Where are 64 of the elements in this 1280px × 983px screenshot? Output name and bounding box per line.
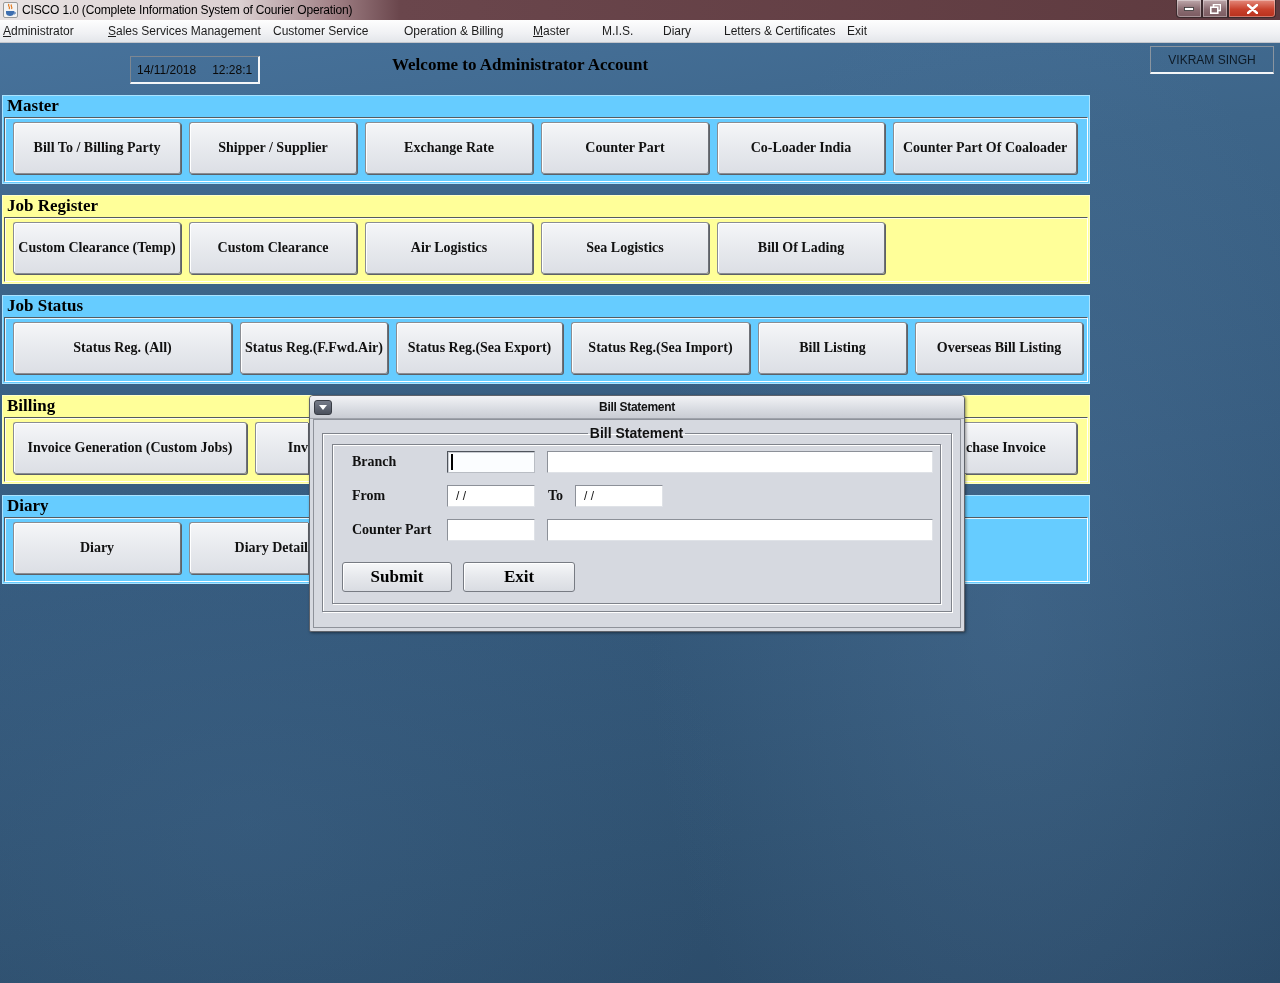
time-text: 12:28:1 bbox=[212, 62, 253, 77]
menu-item[interactable]: M.I.S. bbox=[602, 24, 634, 38]
section-title: Diary bbox=[7, 496, 49, 517]
exit-button[interactable]: Exit bbox=[463, 562, 575, 592]
module-button[interactable]: Shipper / Supplier bbox=[189, 122, 357, 174]
field-label: To bbox=[548, 488, 564, 504]
section-title: Master bbox=[7, 96, 59, 117]
date-field[interactable]: / / bbox=[447, 485, 535, 507]
module-button[interactable]: Diary bbox=[13, 522, 181, 574]
module-button[interactable]: Custom Clearance (Temp) bbox=[13, 222, 181, 274]
submit-button[interactable]: Submit bbox=[342, 562, 452, 592]
module-button[interactable]: chase Invoice bbox=[965, 422, 1077, 474]
menu-item[interactable]: Sales Services Management bbox=[108, 24, 261, 38]
window-title: CISCO 1.0 (Complete Information System of Courier Operation) bbox=[22, 2, 353, 19]
menu-item[interactable]: Exit bbox=[847, 24, 867, 38]
module-button[interactable]: Custom Clearance bbox=[189, 222, 357, 274]
welcome-heading: Welcome to Administrator Account bbox=[392, 55, 649, 75]
module-button[interactable]: Air Logistics bbox=[365, 222, 533, 274]
module-button[interactable]: Bill Listing bbox=[758, 322, 907, 374]
module-button[interactable]: Overseas Bill Listing bbox=[915, 322, 1083, 374]
minimize-icon bbox=[1184, 6, 1194, 11]
section-title: Job Register bbox=[7, 196, 99, 217]
close-icon bbox=[1246, 3, 1258, 14]
input-field[interactable] bbox=[547, 451, 933, 473]
module-button[interactable]: Co-Loader India bbox=[717, 122, 885, 174]
menu-item[interactable]: Customer Service bbox=[273, 24, 369, 38]
module-button[interactable]: Status Reg.(Sea Import) bbox=[571, 322, 750, 374]
group-box-title: Bill Statement bbox=[588, 425, 685, 442]
menu-item[interactable]: Administrator bbox=[3, 24, 74, 38]
section-title: Billing bbox=[7, 396, 56, 417]
field-label: Counter Part bbox=[352, 522, 432, 538]
section-title: Job Status bbox=[7, 296, 84, 317]
menu-item[interactable]: Operation & Billing bbox=[404, 24, 504, 38]
user-name-label: VIKRAM SINGH bbox=[1150, 46, 1274, 74]
module-button[interactable]: Inv bbox=[255, 422, 308, 474]
field-label: From bbox=[352, 488, 386, 504]
field-label: Branch bbox=[352, 454, 397, 470]
menu-item[interactable]: Letters & Certificates bbox=[724, 24, 836, 38]
date-text: 14/11/2018 bbox=[137, 62, 197, 77]
input-field[interactable] bbox=[547, 519, 933, 541]
close-button[interactable] bbox=[1228, 0, 1276, 18]
module-button[interactable]: Counter Part bbox=[541, 122, 709, 174]
menu-item[interactable]: Master bbox=[533, 24, 570, 38]
module-button[interactable]: Counter Part Of Coaloader bbox=[893, 122, 1077, 174]
caret-icon bbox=[319, 404, 327, 410]
minimize-button[interactable] bbox=[1176, 0, 1202, 18]
module-button[interactable]: Exchange Rate bbox=[365, 122, 533, 174]
input-field[interactable] bbox=[447, 519, 535, 541]
input-field[interactable] bbox=[447, 451, 535, 473]
restore-button[interactable] bbox=[1202, 0, 1228, 18]
module-button[interactable]: Sea Logistics bbox=[541, 222, 709, 274]
menu-item[interactable]: Diary bbox=[663, 24, 691, 38]
restore-icon bbox=[1209, 3, 1221, 14]
module-button[interactable]: Status Reg. (All) bbox=[13, 322, 232, 374]
module-button[interactable]: Status Reg.(F.Fwd.Air) bbox=[240, 322, 388, 374]
module-button[interactable]: Invoice Generation (Custom Jobs) bbox=[13, 422, 247, 474]
module-button[interactable]: Bill Of Lading bbox=[717, 222, 885, 274]
module-button[interactable]: Bill To / Billing Party bbox=[13, 122, 181, 174]
module-button[interactable]: Status Reg.(Sea Export) bbox=[396, 322, 563, 374]
date-field[interactable]: / / bbox=[575, 485, 663, 507]
cup-icon bbox=[3, 2, 18, 18]
module-button[interactable]: Diary Detail bbox=[189, 522, 308, 574]
window-menu-button[interactable] bbox=[314, 399, 332, 415]
dialog-title: Bill Statement bbox=[599, 400, 675, 414]
